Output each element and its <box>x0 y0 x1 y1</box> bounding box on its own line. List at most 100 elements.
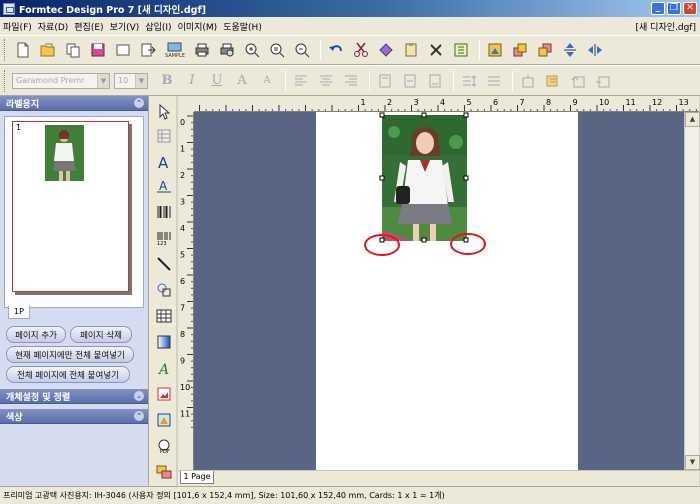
work-area[interactable] <box>194 112 684 470</box>
ruler-label: 11 <box>626 98 636 107</box>
zoom-in-icon[interactable] <box>241 39 263 61</box>
text-rotate-icon[interactable] <box>567 70 589 92</box>
flip-vertical-icon[interactable] <box>559 39 581 61</box>
zoom-out-icon[interactable] <box>291 39 313 61</box>
vertical-scrollbar[interactable]: ▲ ▼ <box>684 112 700 470</box>
color-header[interactable]: 색상 ⌃ <box>0 409 148 424</box>
bring-front-icon[interactable] <box>509 39 531 61</box>
font-size-select[interactable]: 10 ▼ <box>114 72 148 89</box>
scroll-down-icon[interactable]: ▼ <box>685 455 700 470</box>
curved-text-icon[interactable]: A <box>154 358 174 378</box>
sample-icon[interactable]: SAMPLE <box>162 39 188 61</box>
page-thumbnail-number: 1 <box>16 123 22 132</box>
line-tool-icon[interactable] <box>154 254 174 274</box>
image-edit-icon[interactable] <box>484 39 506 61</box>
ruler-label: 1 <box>180 145 185 154</box>
send-back-icon[interactable] <box>534 39 556 61</box>
object-settings-header[interactable]: 개체설정 및 정렬 ⌄ <box>0 389 148 404</box>
page-tab-1p[interactable]: 1P <box>8 306 30 319</box>
chevron-down-icon: ▼ <box>135 73 147 88</box>
zoom-fit-icon[interactable] <box>266 39 288 61</box>
collapse-icon[interactable]: ⌃ <box>134 98 144 108</box>
chevron-down-icon: ▼ <box>97 73 109 88</box>
page-thumbnail[interactable]: 1 <box>12 121 129 292</box>
paste-current-page-button[interactable]: 현재 페이지에만 전체 붙여넣기 <box>6 346 134 363</box>
font-name-select[interactable]: Garamond Premr ▼ <box>12 72 110 89</box>
menu-bar: 파일(F) 자료(D) 편집(E) 보기(V) 삽입(I) 이미지(M) 도움말… <box>0 17 700 35</box>
underline-icon[interactable]: U <box>206 70 228 92</box>
delete-icon[interactable] <box>425 39 447 61</box>
minimize-button[interactable]: _ <box>651 2 665 15</box>
table-tool-icon[interactable] <box>154 306 174 326</box>
page-tab-1[interactable]: 1 Page <box>180 471 214 484</box>
paste-all-pages-button[interactable]: 전체 페이지에 전체 붙여넣기 <box>6 366 130 383</box>
expand-icon[interactable]: ⌄ <box>134 391 144 401</box>
menu-insert[interactable]: 삽입(I) <box>142 20 174 33</box>
text-tool-icon[interactable]: A <box>154 152 174 172</box>
undo-icon[interactable] <box>325 39 347 61</box>
photo-object[interactable] <box>382 115 467 241</box>
new-icon[interactable] <box>12 39 34 61</box>
properties-icon[interactable] <box>450 39 472 61</box>
text-flip-icon[interactable] <box>592 70 614 92</box>
cut-icon[interactable] <box>350 39 372 61</box>
valign-middle-icon[interactable] <box>399 70 421 92</box>
shape-tool-icon[interactable] <box>154 280 174 300</box>
open-icon[interactable] <box>37 39 59 61</box>
italic-icon[interactable]: I <box>181 70 203 92</box>
paste-special-icon[interactable] <box>375 39 397 61</box>
serial-barcode-icon[interactable]: 123 <box>154 228 174 248</box>
align-right-icon[interactable] <box>340 70 362 92</box>
document-name: [새 디자인.dgf] <box>635 22 696 33</box>
maximize-button[interactable]: ❐ <box>667 2 681 15</box>
qr-tool-icon[interactable]: PDF <box>154 436 174 456</box>
paste-icon[interactable] <box>400 39 422 61</box>
print-icon[interactable] <box>191 39 213 61</box>
save-icon[interactable] <box>87 39 109 61</box>
pointer-tool-icon[interactable] <box>154 102 174 122</box>
menu-edit[interactable]: 편집(E) <box>71 20 106 33</box>
toolbar-grip[interactable] <box>4 39 7 61</box>
font-grow-icon[interactable]: A <box>231 70 253 92</box>
char-spacing-icon[interactable] <box>483 70 505 92</box>
menu-view[interactable]: 보기(V) <box>107 20 143 33</box>
ruler-label: 11 <box>180 410 190 419</box>
align-left-icon[interactable] <box>290 70 312 92</box>
flip-horizontal-icon[interactable] <box>584 39 606 61</box>
text-box-tool-icon[interactable]: A <box>154 176 174 196</box>
page-list[interactable]: 1 <box>4 116 144 308</box>
text-style-icon[interactable] <box>542 70 564 92</box>
delete-page-button[interactable]: 페이지 삭제 <box>70 326 132 343</box>
label-paper-header[interactable]: 라벨용지 ⌃ <box>0 96 148 111</box>
clipart-tool-icon[interactable] <box>154 410 174 430</box>
bold-icon[interactable]: B <box>156 70 178 92</box>
vertical-ruler-ticks: 0 1 2 3 4 5 6 7 8 9 10 11 <box>180 115 193 428</box>
menu-data[interactable]: 자료(D) <box>35 20 72 33</box>
collapse-icon[interactable]: ⌃ <box>134 411 144 421</box>
toolbar-separator <box>369 70 370 91</box>
gradient-tool-icon[interactable] <box>154 332 174 352</box>
menu-image[interactable]: 이미지(M) <box>175 20 221 33</box>
close-button[interactable]: ✕ <box>683 2 697 15</box>
valign-bottom-icon[interactable] <box>424 70 446 92</box>
align-center-icon[interactable] <box>315 70 337 92</box>
copy-doc-icon[interactable] <box>62 39 84 61</box>
table-select-icon[interactable] <box>154 126 174 146</box>
image-tool-icon[interactable] <box>154 384 174 404</box>
text-frame-icon[interactable] <box>517 70 539 92</box>
valign-top-icon[interactable] <box>374 70 396 92</box>
line-spacing-icon[interactable] <box>458 70 480 92</box>
scroll-up-icon[interactable]: ▲ <box>685 112 700 127</box>
menu-file[interactable]: 파일(F) <box>0 20 35 33</box>
menu-help[interactable]: 도움말(H) <box>220 20 265 33</box>
print-preview-icon[interactable] <box>216 39 238 61</box>
vertical-ruler: 0 1 2 3 4 5 6 7 8 9 10 11 <box>178 112 194 470</box>
mailmerge-tool-icon[interactable] <box>154 462 174 482</box>
add-page-button[interactable]: 페이지 추가 <box>6 326 66 343</box>
barcode-tool-icon[interactable] <box>154 202 174 222</box>
ruler-label: 4 <box>180 224 185 233</box>
window-icon[interactable] <box>112 39 134 61</box>
toolbar-grip[interactable] <box>4 69 7 92</box>
font-shrink-icon[interactable]: A <box>256 70 278 92</box>
export-icon[interactable] <box>137 39 159 61</box>
